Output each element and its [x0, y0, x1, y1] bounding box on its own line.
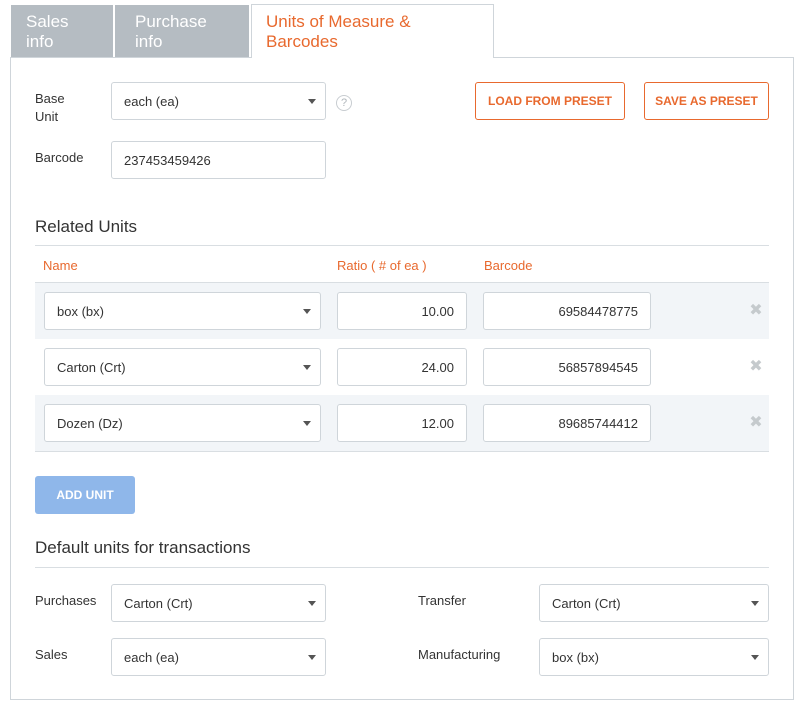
purchases-unit-select[interactable]: Carton (Crt) — [111, 584, 326, 622]
base-unit-label: Base Unit — [35, 90, 65, 126]
transfer-unit-select[interactable]: Carton (Crt) — [539, 584, 769, 622]
sales-label: Sales — [35, 647, 68, 662]
manufacturing-label: Manufacturing — [418, 647, 501, 662]
base-unit-value: each (ea) — [124, 93, 179, 109]
ratio-input[interactable]: 24.00 — [337, 348, 467, 386]
manufacturing-unit-select[interactable]: box (bx) — [539, 638, 769, 676]
base-unit-select[interactable]: each (ea) — [111, 82, 326, 120]
barcode-input[interactable]: 237453459426 — [111, 141, 326, 179]
related-barcode-input[interactable]: 89685744412 — [483, 404, 651, 442]
tab-bar: Sales info Purchase info Units of Measur… — [11, 4, 494, 58]
chevron-down-icon — [751, 601, 759, 606]
chevron-down-icon — [303, 421, 311, 426]
sales-unit-value: each (ea) — [124, 649, 179, 665]
chevron-down-icon — [308, 655, 316, 660]
divider — [35, 567, 769, 568]
ratio-value: 12.00 — [421, 415, 454, 431]
ratio-value: 24.00 — [421, 359, 454, 375]
related-barcode-input[interactable]: 69584478775 — [483, 292, 651, 330]
related-unit-name-select[interactable]: box (bx) — [44, 292, 321, 330]
add-unit-button[interactable]: ADD UNIT — [35, 476, 135, 514]
barcode-label: Barcode — [35, 150, 84, 165]
column-header-name: Name — [43, 258, 78, 273]
save-as-preset-button[interactable]: SAVE AS PRESET — [644, 82, 769, 120]
base-unit-label-line1: Base — [35, 91, 65, 106]
column-header-barcode: Barcode — [484, 258, 533, 273]
tab-label: Sales info — [26, 11, 69, 51]
default-units-title: Default units for transactions — [35, 538, 251, 557]
manufacturing-unit-value: box (bx) — [552, 649, 599, 665]
remove-icon[interactable]: ✖ — [749, 359, 763, 375]
divider — [35, 451, 769, 452]
related-units-title: Related Units — [35, 217, 138, 236]
ratio-value: 10.00 — [421, 303, 454, 319]
tab-purchase-info[interactable]: Purchase info — [115, 5, 251, 58]
ratio-input[interactable]: 12.00 — [337, 404, 467, 442]
transfer-unit-value: Carton (Crt) — [552, 595, 621, 611]
help-icon[interactable]: ? — [336, 95, 352, 111]
remove-icon[interactable]: ✖ — [749, 303, 763, 319]
related-unit-name-select[interactable]: Carton (Crt) — [44, 348, 321, 386]
related-unit-name: box (bx) — [57, 303, 104, 319]
related-unit-name: Dozen (Dz) — [57, 415, 123, 431]
remove-icon[interactable]: ✖ — [749, 415, 763, 431]
sales-unit-select[interactable]: each (ea) — [111, 638, 326, 676]
chevron-down-icon — [751, 655, 759, 660]
load-from-preset-button[interactable]: LOAD FROM PRESET — [475, 82, 625, 120]
base-unit-label-line2: Unit — [35, 109, 59, 124]
purchases-unit-value: Carton (Crt) — [124, 595, 193, 611]
tab-label: Purchase info — [135, 11, 207, 51]
help-icon-glyph: ? — [340, 97, 348, 109]
chevron-down-icon — [308, 99, 316, 104]
barcode-value: 237453459426 — [124, 152, 211, 168]
tab-units-of-measure-barcodes[interactable]: Units of Measure & Barcodes — [251, 4, 494, 58]
related-unit-name-select[interactable]: Dozen (Dz) — [44, 404, 321, 442]
divider — [35, 245, 769, 246]
chevron-down-icon — [303, 309, 311, 314]
column-header-ratio: Ratio ( # of ea ) — [337, 258, 427, 273]
chevron-down-icon — [303, 365, 311, 370]
transfer-label: Transfer — [418, 593, 466, 608]
tab-sales-info[interactable]: Sales info — [11, 5, 115, 58]
related-barcode-value: 56857894545 — [558, 359, 638, 375]
ratio-input[interactable]: 10.00 — [337, 292, 467, 330]
related-unit-name: Carton (Crt) — [57, 359, 126, 375]
related-barcode-value: 89685744412 — [558, 415, 638, 431]
chevron-down-icon — [308, 601, 316, 606]
purchases-label: Purchases — [35, 593, 97, 608]
related-barcode-value: 69584478775 — [558, 303, 638, 319]
related-barcode-input[interactable]: 56857894545 — [483, 348, 651, 386]
tab-label: Units of Measure & Barcodes — [266, 11, 411, 51]
